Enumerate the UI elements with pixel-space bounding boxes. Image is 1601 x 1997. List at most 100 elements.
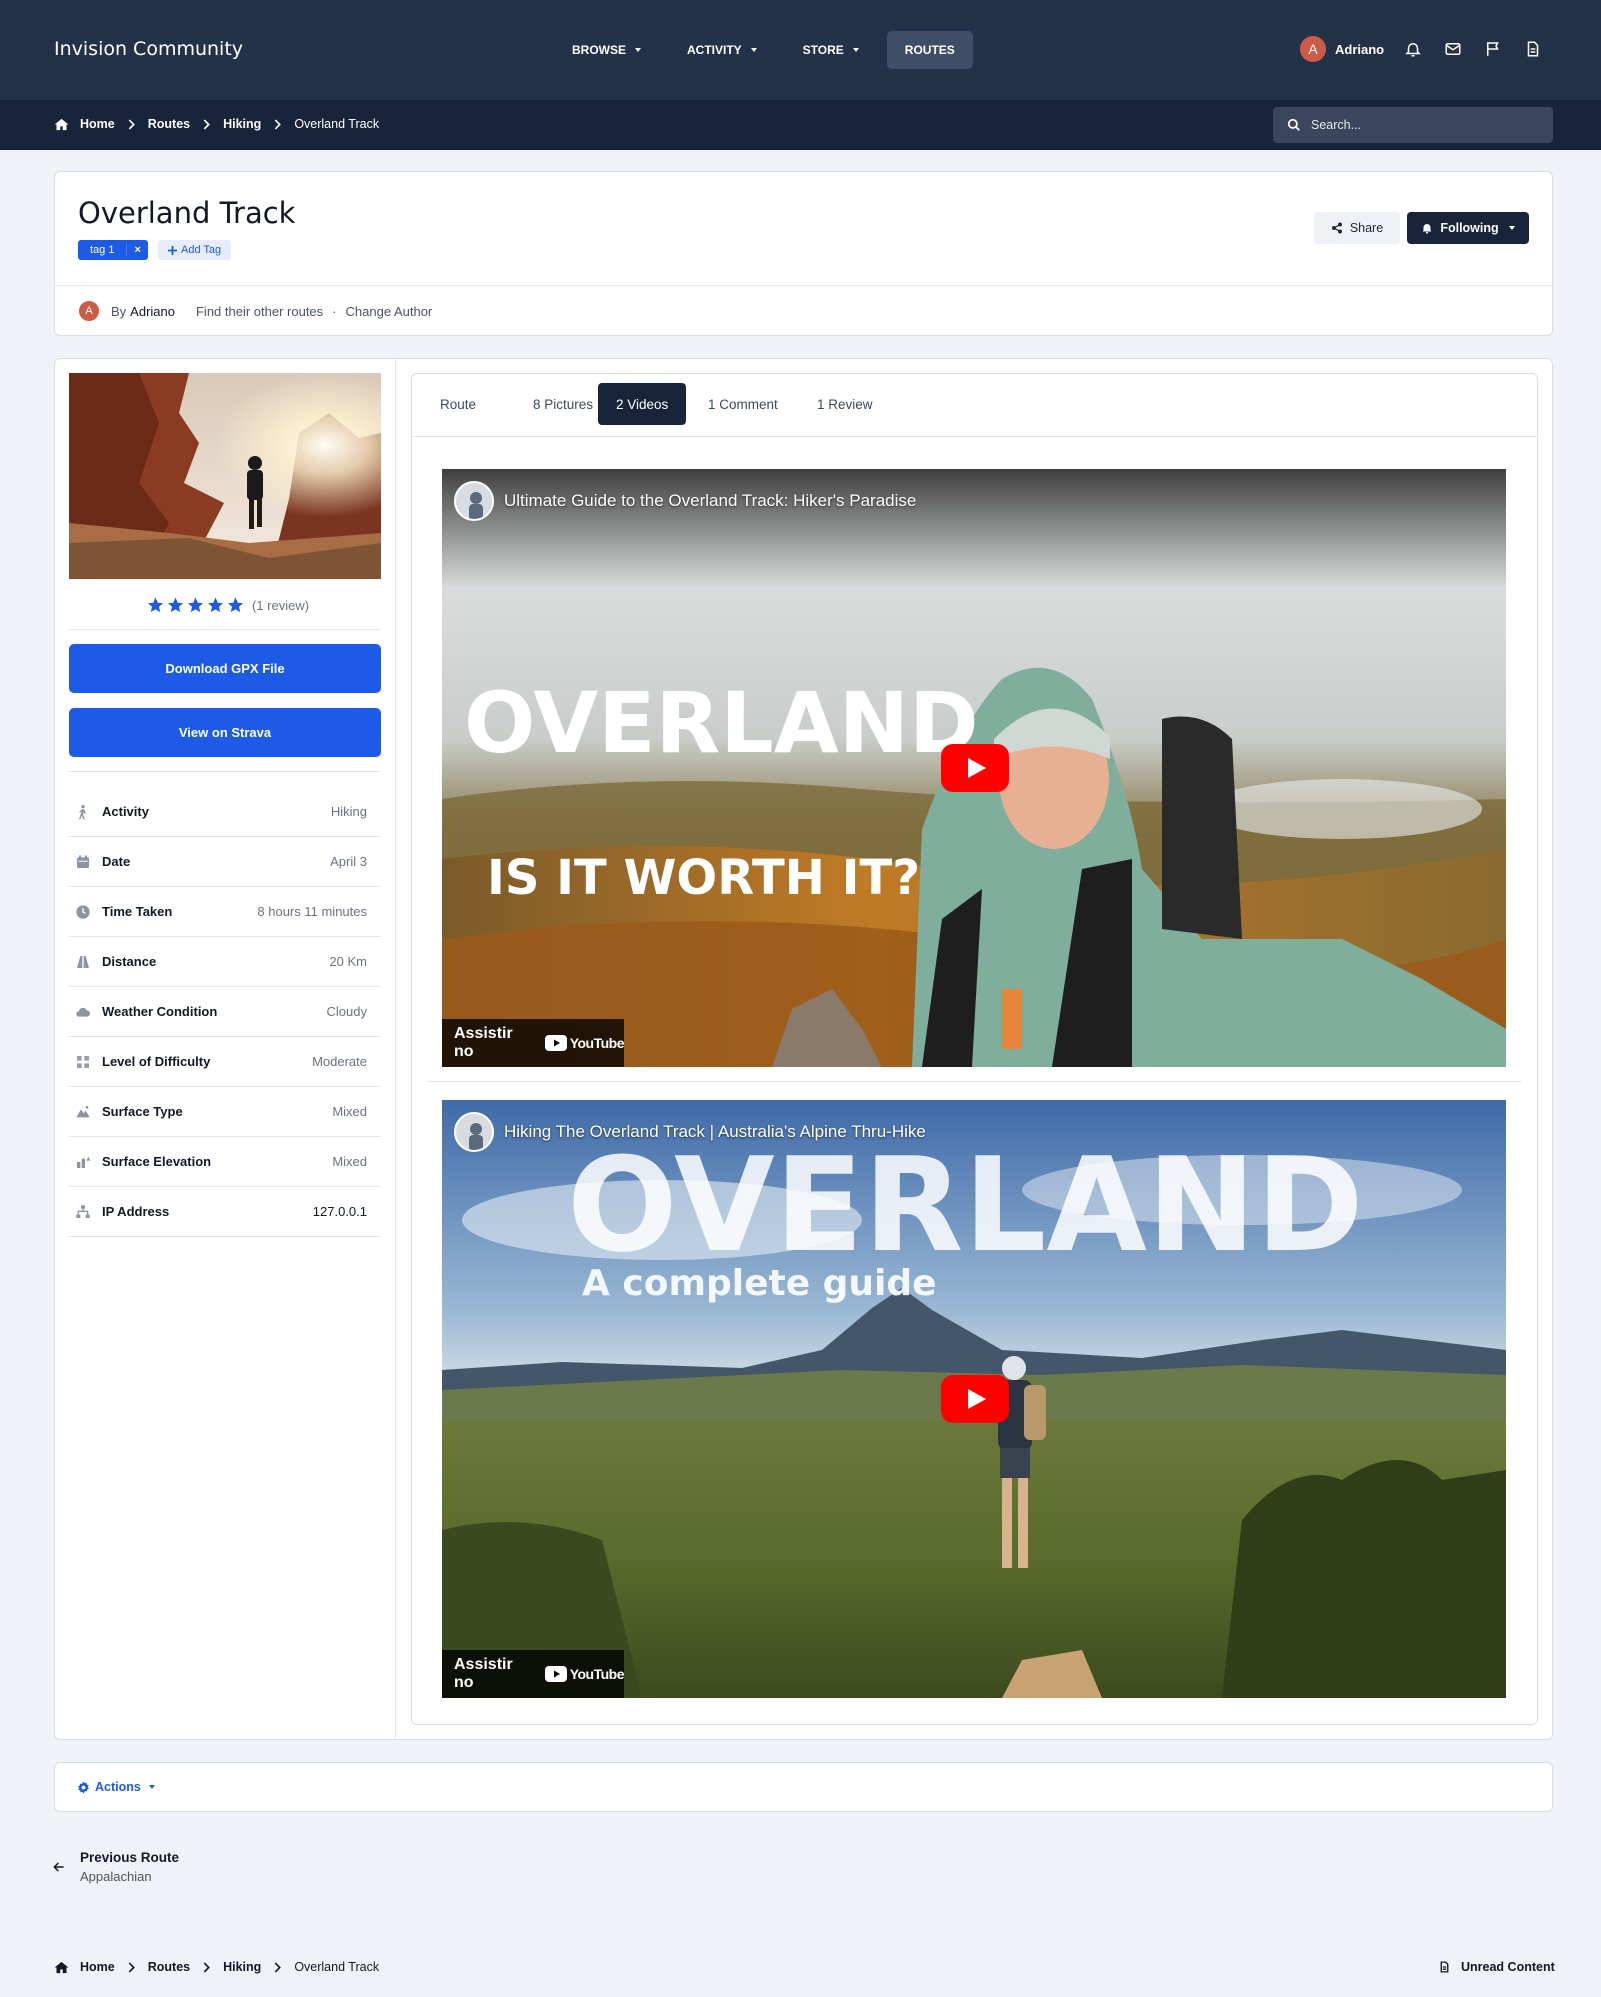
star-icon (188, 597, 203, 613)
unread-content-link[interactable]: Unread Content (1438, 1960, 1555, 1974)
breadcrumb-routes[interactable]: Routes (148, 1960, 190, 1974)
divider (427, 1081, 1522, 1082)
previous-route-link[interactable]: Previous Route Appalachian (52, 1850, 179, 1884)
watch-on-youtube-button[interactable]: Assistir no YouTube (442, 1650, 625, 1698)
detail-value: Mixed (332, 1154, 367, 1169)
find-other-routes-link[interactable]: Find their other routes (196, 304, 323, 319)
detail-row-date: Date April 3 (69, 837, 381, 887)
mountain-icon (76, 1105, 90, 1117)
chevron-right-icon (203, 119, 210, 129)
breadcrumb-home[interactable]: Home (80, 1960, 115, 1974)
nav-activity[interactable]: ACTIVITY (669, 31, 775, 69)
channel-avatar[interactable] (454, 1112, 494, 1152)
detail-value: Hiking (330, 804, 367, 819)
detail-value: 20 Km (329, 954, 367, 969)
detail-row-ip-address: IP Address 127.0.0.1 (69, 1187, 381, 1237)
network-icon (76, 1204, 90, 1218)
channel-avatar[interactable] (454, 481, 494, 521)
chevron-right-icon (203, 1962, 210, 1972)
author-bar: A By Adriano Find their other routes · C… (55, 285, 1553, 336)
author-avatar: A (79, 301, 99, 321)
calendar-icon (77, 854, 89, 868)
home-icon (54, 1961, 69, 1973)
nav-routes[interactable]: ROUTES (886, 31, 973, 69)
play-button[interactable] (941, 744, 1009, 792)
play-button[interactable] (941, 1375, 1009, 1423)
bell-icon[interactable] (1404, 40, 1422, 58)
plus-icon (168, 245, 177, 255)
page-title: Overland Track (78, 196, 296, 230)
breadcrumb-current: Overland Track (294, 117, 380, 131)
tag-label: tag 1 (90, 244, 115, 256)
breadcrumb-hiking[interactable]: Hiking (223, 117, 261, 131)
video-1-thumb-line2: IS IT WORTH IT? (487, 850, 920, 906)
add-tag-button[interactable]: Add Tag (158, 240, 232, 260)
detail-row-difficulty: Level of Difficulty Moderate (69, 1037, 381, 1087)
video-2-title[interactable]: Hiking The Overland Track | Australia's … (504, 1122, 926, 1142)
watch-label: Assistir no (454, 1025, 513, 1060)
nav-activity-label: ACTIVITY (687, 43, 742, 57)
previous-route-label: Previous Route (80, 1850, 180, 1865)
column-divider (395, 359, 396, 1739)
document-icon[interactable] (1524, 40, 1542, 58)
youtube-wordmark: YouTube (569, 1666, 625, 1682)
actions-button[interactable]: Actions (77, 1780, 155, 1794)
chevron-down-icon (852, 48, 859, 52)
author-name[interactable]: Adriano (130, 304, 175, 319)
remove-tag-button[interactable]: × (126, 244, 147, 256)
footer-breadcrumb: Home Routes Hiking Overland Track (54, 1960, 379, 1974)
breadcrumb-home[interactable]: Home (80, 117, 115, 131)
review-count[interactable]: (1 review) (252, 598, 309, 613)
divider (69, 771, 381, 772)
road-icon (77, 955, 89, 968)
flag-icon[interactable] (1484, 40, 1502, 58)
detail-row-weather: Weather Condition Cloudy (69, 987, 381, 1037)
view-on-strava-button[interactable]: View on Strava (69, 708, 381, 757)
site-brand[interactable]: Invision Community (54, 38, 243, 60)
video-embed-1[interactable]: OVERLAND IS IT WORTH IT? Ultimate Guide … (442, 469, 1506, 1067)
watch-on-youtube-button[interactable]: Assistir no YouTube (442, 1019, 625, 1067)
nav-store[interactable]: STORE (785, 31, 877, 69)
elevation-icon (77, 1156, 91, 1168)
document-icon (1440, 1961, 1449, 1973)
change-author-link[interactable]: Change Author (346, 304, 433, 319)
detail-label: Weather Condition (102, 1004, 218, 1019)
search-input[interactable] (1311, 118, 1531, 132)
nav-browse[interactable]: BROWSE (554, 31, 659, 69)
youtube-wordmark: YouTube (569, 1035, 625, 1051)
search-box[interactable] (1273, 107, 1553, 143)
chevron-down-icon (148, 1785, 155, 1789)
video-embed-2[interactable]: OVERLAND A complete guide Hiking The Ove… (442, 1100, 1506, 1698)
tab-videos[interactable]: 2 Videos (598, 383, 687, 425)
tab-comment[interactable]: 1 Comment (690, 383, 796, 425)
user-name: Adriano (1335, 41, 1385, 57)
detail-row-distance: Distance 20 Km (69, 937, 381, 987)
following-button[interactable]: Following (1407, 212, 1529, 244)
video-1-title[interactable]: Ultimate Guide to the Overland Track: Hi… (504, 491, 916, 511)
breadcrumb-routes[interactable]: Routes (148, 117, 190, 131)
detail-row-time-taken: Time Taken 8 hours 11 minutes (69, 887, 381, 937)
share-button[interactable]: Share (1314, 212, 1400, 244)
previous-route-name: Appalachian (80, 1869, 152, 1884)
tag-badge[interactable]: tag 1 × (78, 240, 148, 260)
cloud-icon (76, 1007, 91, 1017)
tab-route[interactable]: Route (422, 383, 494, 425)
download-gpx-button[interactable]: Download GPX File (69, 644, 381, 693)
route-cover-image[interactable] (69, 373, 381, 579)
user-menu[interactable]: A Adriano (1300, 36, 1384, 62)
main-nav: BROWSE ACTIVITY STORE ROUTES (554, 31, 973, 69)
breadcrumb-current: Overland Track (294, 1960, 380, 1974)
nav-store-label: STORE (802, 43, 844, 57)
star-icon (208, 597, 223, 613)
tab-pictures[interactable]: 8 Pictures (515, 383, 611, 425)
detail-value: 8 hours 11 minutes (257, 904, 367, 919)
breadcrumb-hiking[interactable]: Hiking (223, 1960, 261, 1974)
envelope-icon[interactable] (1444, 40, 1462, 58)
tab-review[interactable]: 1 Review (799, 383, 891, 425)
chevron-right-icon (275, 1962, 282, 1972)
actions-bar: Actions (54, 1762, 1553, 1812)
detail-row-surface-elevation: Surface Elevation Mixed (69, 1137, 381, 1187)
detail-value: Cloudy (326, 1004, 367, 1019)
share-label: Share (1349, 221, 1384, 235)
rating-stars[interactable]: (1 review) (146, 596, 309, 614)
